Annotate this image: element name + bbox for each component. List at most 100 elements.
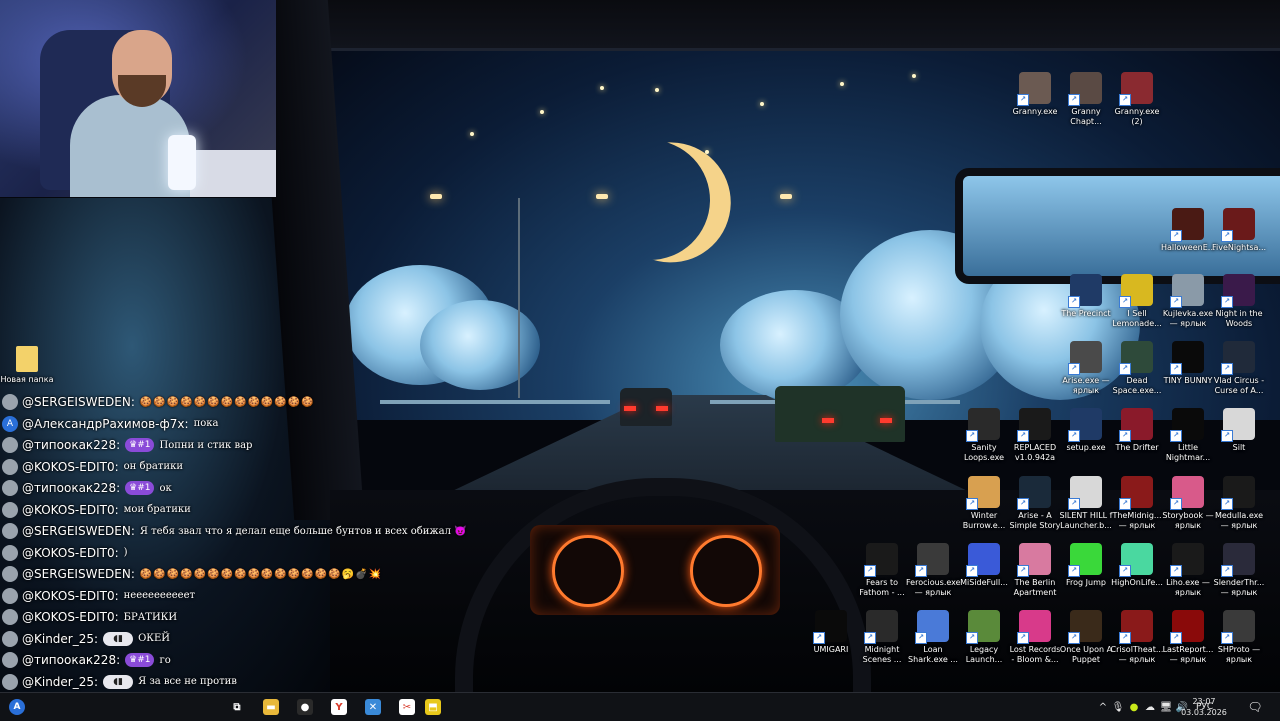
app-blue-icon: ✕: [365, 699, 381, 715]
desktop-icon[interactable]: ↗ SlenderThr... — ярлык: [1212, 543, 1266, 598]
app-icon: ↗: [966, 476, 1000, 510]
app-icon: ↗: [1119, 341, 1153, 375]
chat-username: @KOKOS-EDIT0: [22, 588, 115, 603]
desktop-icon[interactable]: ↗ Granny.exe: [1008, 72, 1062, 117]
rank-badge-text: #1: [137, 655, 151, 665]
chat-username: @Kinder_25: [22, 674, 95, 689]
chat-separator: :: [116, 481, 121, 495]
app-icon: ↗: [966, 610, 1000, 644]
start-icon: A: [9, 699, 25, 715]
microphone-icon[interactable]: 🎙: [1110, 702, 1126, 713]
star: [655, 88, 659, 92]
desktop-icon[interactable]: ↗ FiveNightsa...: [1212, 208, 1266, 253]
desktop-icon[interactable]: ↗ I Sell Lemonade...: [1110, 274, 1164, 329]
notifications-button[interactable]: 🗨: [1240, 693, 1270, 721]
desktop-icon[interactable]: ↗ Kujlevka.exe — ярлык: [1161, 274, 1215, 329]
desktop-icon[interactable]: ↗ Arise.exe — ярлык: [1059, 341, 1113, 396]
desktop-icon[interactable]: ↗ The Precinct: [1059, 274, 1113, 319]
clock[interactable]: 23:07 03.03.2026: [1174, 696, 1234, 718]
cloud-icon[interactable]: ☁: [1142, 702, 1158, 713]
desktop-icon[interactable]: ↗ SILENT HILL f Launcher.b...: [1059, 476, 1113, 531]
desktop-icon[interactable]: ↗ The Berlin Apartment: [1008, 543, 1062, 598]
app-icon: ↗: [1068, 543, 1102, 577]
street-lamp: [518, 198, 520, 398]
chat-username: @KOKOS-EDIT0: [22, 502, 115, 517]
desktop-icon[interactable]: ↗ Sanity Loops.exe: [957, 408, 1011, 463]
chat-message: @Kinder_25: ◖▮ Я за все не против: [2, 672, 237, 692]
app-icon: ↗: [1017, 476, 1051, 510]
shortcut-arrow-icon: ↗: [1119, 296, 1131, 308]
desktop-icon-label: Storybook — ярлык: [1162, 511, 1214, 530]
network-icon[interactable]: 🖥: [1158, 702, 1174, 713]
desktop-icon[interactable]: ↗ CrisolTheat... — ярлык: [1110, 610, 1164, 665]
desktop-icon[interactable]: ↗ Midnight Scenes ...: [855, 610, 909, 665]
chat-avatar: [2, 501, 18, 518]
rank-badge: ♛#1: [125, 653, 155, 667]
desktop-icon[interactable]: ↗ TheMidnig... — ярлык: [1110, 476, 1164, 531]
desktop-icon-label: The Drifter: [1115, 443, 1159, 452]
desktop-icon[interactable]: ↗ Granny.exe (2): [1110, 72, 1164, 127]
webcam-overlay: [0, 0, 276, 197]
desktop-icon-label: TINY BUNNY: [1163, 376, 1213, 385]
notification-icon: 🗨: [1247, 700, 1263, 714]
chat-avatar: [2, 566, 18, 582]
shortcut-arrow-icon: ↗: [1068, 565, 1080, 577]
desktop-icon[interactable]: ↗ Storybook — ярлык: [1161, 476, 1215, 531]
desktop-icon[interactable]: ↗ Little Nightmar...: [1161, 408, 1215, 463]
app-icon: ↗: [1221, 208, 1255, 242]
desktop-icon[interactable]: ↗ SHProto — ярлык: [1212, 610, 1266, 665]
tachometer: [690, 535, 762, 607]
app-icon: ↗: [915, 610, 949, 644]
shortcut-arrow-icon: ↗: [915, 565, 927, 577]
shortcut-arrow-icon: ↗: [1221, 363, 1233, 375]
glowing-cup: [168, 135, 196, 190]
desktop-icon-new-folder[interactable]: Новая папка: [0, 346, 54, 385]
desktop-icon[interactable]: ↗ HalloweenE...: [1161, 208, 1215, 253]
taskbar-app-task-view[interactable]: ⧉: [220, 693, 254, 721]
desktop-icon[interactable]: ↗ Liho.exe — ярлык: [1161, 543, 1215, 598]
chat-username: @Kinder_25: [22, 631, 95, 646]
taskbar-app-app-yellow[interactable]: ⬒: [416, 693, 450, 721]
desktop-icon[interactable]: ↗ Vlad Circus - Curse of A...: [1212, 341, 1266, 396]
desktop-icon[interactable]: ↗ Silt: [1212, 408, 1266, 453]
shortcut-arrow-icon: ↗: [1170, 363, 1182, 375]
desktop-icon[interactable]: ↗ Fears to Fathom - ...: [855, 543, 909, 598]
desktop-icon[interactable]: ↗ Night in the Woods: [1212, 274, 1266, 329]
app-icon: ↗: [1119, 274, 1153, 308]
taskbar-app-obs[interactable]: ●: [288, 693, 322, 721]
desktop-icon[interactable]: ↗ Dead Space.exe...: [1110, 341, 1164, 396]
tray-app-icon[interactable]: ●: [1126, 702, 1142, 713]
taskbar-app-yandex-browser[interactable]: Y: [322, 693, 356, 721]
taskbar-app-app-blue[interactable]: ✕: [356, 693, 390, 721]
desktop-icon[interactable]: ↗ HighOnLife...: [1110, 543, 1164, 588]
capcut-icon: ✂: [399, 699, 415, 715]
desktop-icon[interactable]: ↗ Lost Records - Bloom &...: [1008, 610, 1062, 665]
desktop-icon[interactable]: ↗ MiSideFull...: [957, 543, 1011, 588]
chat-emotes: 🍪🍪🍪🍪🍪🍪🍪🍪🍪🍪🍪🍪🍪🍪🍪🥱💣💥: [139, 568, 382, 580]
clock-date: 03.03.2026: [1181, 708, 1227, 717]
shortcut-arrow-icon: ↗: [1170, 430, 1182, 442]
desktop-icon[interactable]: ↗ setup.exe: [1059, 408, 1113, 453]
chat-username: @SERGEISWEDEN: [22, 395, 131, 409]
tray-expand-icon[interactable]: ^: [1096, 702, 1110, 713]
desktop-icon[interactable]: ↗ Granny Chapt...: [1059, 72, 1113, 127]
desktop-icon[interactable]: ↗ Medulla.exe — ярлык: [1212, 476, 1266, 531]
desktop-icon[interactable]: ↗ UMIGARI: [804, 610, 858, 655]
desktop-icon-label: Silt: [1232, 443, 1246, 452]
desktop-icon[interactable]: ↗ The Drifter: [1110, 408, 1164, 453]
start-button[interactable]: A: [0, 693, 34, 721]
desktop-icon[interactable]: ↗ Arise - A Simple Story: [1008, 476, 1062, 531]
app-icon: ↗: [1170, 274, 1204, 308]
chat-text: Попни и стик вар: [159, 439, 253, 451]
desktop-icon-label: Granny.exe (2): [1114, 107, 1160, 126]
taskbar-app-file-explorer[interactable]: ▬: [254, 693, 288, 721]
desktop-icon[interactable]: ↗ LastReport... — ярлык: [1161, 610, 1215, 665]
desktop-icon[interactable]: ↗ Once Upon A Puppet: [1059, 610, 1113, 665]
desktop-icon[interactable]: ↗ Frog Jump: [1059, 543, 1113, 588]
desktop-icon[interactable]: ↗ Winter Burrow.e...: [957, 476, 1011, 531]
desktop-icon[interactable]: ↗ Legacy Launch...: [957, 610, 1011, 665]
desktop-icon[interactable]: ↗ TINY BUNNY: [1161, 341, 1215, 386]
desktop-icon[interactable]: ↗ REPLACED v1.0.942a: [1008, 408, 1062, 463]
desktop-icon[interactable]: ↗ Ferocious.exe — ярлык: [906, 543, 961, 598]
desktop-icon[interactable]: ↗ Loan Shark.exe ...: [906, 610, 960, 665]
